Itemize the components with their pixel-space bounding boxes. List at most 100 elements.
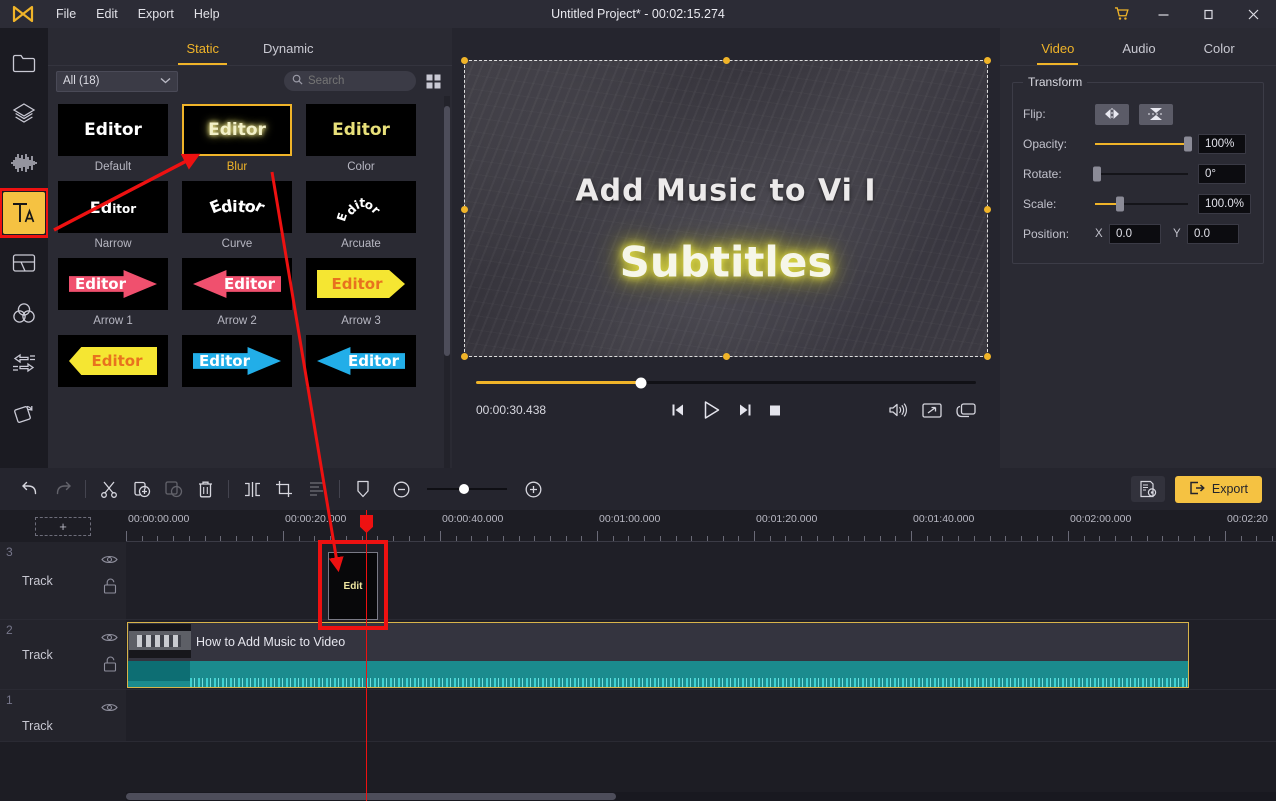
tab-color[interactable]: Color [1200, 41, 1239, 65]
snapshot-icon[interactable] [956, 402, 976, 418]
add-circle-icon[interactable] [125, 473, 157, 505]
timeline-scroll-track[interactable] [126, 792, 1276, 801]
preview-progress-knob[interactable] [635, 377, 647, 388]
marker-icon[interactable] [347, 473, 379, 505]
opacity-value[interactable]: 100% [1198, 134, 1246, 154]
stop-icon[interactable] [769, 404, 782, 417]
scissors-icon[interactable] [93, 473, 125, 505]
play-icon[interactable] [702, 400, 722, 420]
zoom-in-icon[interactable] [517, 473, 549, 505]
undo-icon[interactable] [14, 473, 46, 505]
handle-top-right[interactable] [984, 57, 991, 64]
zoom-slider[interactable] [427, 484, 507, 494]
render-settings-icon[interactable] [1130, 476, 1165, 502]
preset-color[interactable]: Editor Color [306, 104, 416, 173]
sidebar-item-element[interactable] [2, 388, 46, 438]
category-select[interactable]: All (18) [56, 70, 178, 92]
video-clip[interactable]: How to Add Music to Video [127, 622, 1189, 688]
opacity-slider[interactable] [1095, 136, 1192, 152]
timeline-scroll-thumb[interactable] [126, 793, 616, 800]
grid-view-icon[interactable] [422, 74, 444, 89]
track-label-3[interactable]: 3 Track [0, 542, 126, 620]
track-lane-3[interactable]: Edit [126, 540, 1276, 630]
minimize-icon[interactable] [1141, 0, 1186, 28]
add-track-button[interactable]: + [35, 516, 91, 536]
unlock-icon[interactable] [103, 656, 118, 675]
close-icon[interactable] [1231, 0, 1276, 28]
preview-progress-slider[interactable] [476, 377, 976, 388]
export-button[interactable]: Export [1174, 475, 1262, 503]
playhead[interactable] [360, 510, 373, 801]
shopping-cart-icon[interactable] [1101, 0, 1141, 28]
track-lane-2[interactable]: How to Add Music to Video [126, 620, 1276, 690]
preset-arrow-right-blue[interactable]: Editor [182, 335, 292, 392]
rotate-slider-knob[interactable] [1092, 166, 1101, 182]
copy-icon[interactable] [157, 473, 189, 505]
handle-bottom-right[interactable] [984, 353, 991, 360]
unlock-icon[interactable] [103, 578, 118, 597]
position-y-value[interactable]: 0.0 [1187, 224, 1239, 244]
handle-top-center[interactable] [723, 57, 730, 64]
menu-file[interactable]: File [46, 0, 86, 28]
sidebar-item-split-screen[interactable] [2, 238, 46, 288]
menu-edit[interactable]: Edit [86, 0, 128, 28]
tab-audio[interactable]: Audio [1118, 41, 1159, 65]
trash-icon[interactable] [189, 473, 221, 505]
fullscreen-icon[interactable] [922, 402, 942, 418]
preset-arcuate[interactable]: Editor Arcuate [306, 181, 416, 250]
preset-default[interactable]: Editor Default [58, 104, 168, 173]
sidebar-item-color[interactable] [2, 288, 46, 338]
sidebar-item-text[interactable] [0, 188, 49, 238]
eye-icon[interactable] [101, 632, 118, 646]
position-x-value[interactable]: 0.0 [1109, 224, 1161, 244]
split-icon[interactable] [236, 473, 268, 505]
handle-middle-right[interactable] [984, 205, 991, 213]
preset-arrow-left-blue[interactable]: Editor [306, 335, 416, 392]
eye-icon[interactable] [101, 554, 118, 568]
preset-blur[interactable]: Editor Blur [182, 104, 292, 173]
flip-horizontal-icon[interactable] [1095, 103, 1129, 125]
track-label-1[interactable]: 1 Track [0, 690, 126, 742]
handle-middle-left[interactable] [461, 205, 468, 213]
scale-slider[interactable] [1095, 196, 1188, 212]
timeline-ruler[interactable]: 00:00:00.000 00:00:20.000 00:00:40.000 0… [126, 510, 1276, 542]
opacity-slider-knob[interactable] [1184, 136, 1192, 152]
rotate-value[interactable]: 0° [1198, 164, 1246, 184]
text-clip[interactable]: Edit [328, 552, 378, 620]
scale-slider-knob[interactable] [1116, 196, 1125, 212]
scale-value[interactable]: 100.0% [1198, 194, 1252, 214]
mixer-icon[interactable] [300, 473, 332, 505]
tab-static[interactable]: Static [178, 41, 227, 65]
track-label-2[interactable]: 2 Track [0, 620, 126, 690]
flip-vertical-icon[interactable] [1139, 103, 1173, 125]
preset-arrow-3[interactable]: Editor Arrow 3 [306, 258, 416, 327]
preset-arrow-1[interactable]: Editor Arrow 1 [58, 258, 168, 327]
sidebar-item-media[interactable] [2, 38, 46, 88]
redo-icon[interactable] [46, 473, 78, 505]
search-input[interactable] [308, 75, 408, 87]
crop-icon[interactable] [268, 473, 300, 505]
preset-curve[interactable]: Editor Curve [182, 181, 292, 250]
eye-icon[interactable] [101, 702, 118, 716]
handle-bottom-left[interactable] [461, 353, 468, 360]
menu-export[interactable]: Export [128, 0, 184, 28]
volume-icon[interactable] [888, 402, 908, 418]
handle-top-left[interactable] [461, 57, 468, 64]
sidebar-item-effects[interactable] [2, 88, 46, 138]
zoom-out-icon[interactable] [385, 473, 417, 505]
tab-video[interactable]: Video [1037, 41, 1079, 65]
track-lane-1[interactable] [126, 690, 1276, 742]
rotate-slider[interactable] [1092, 166, 1188, 182]
handle-bottom-center[interactable] [723, 353, 730, 360]
search-box[interactable] [284, 71, 416, 91]
menu-help[interactable]: Help [184, 0, 230, 28]
preset-banner-left[interactable]: Editor [58, 335, 168, 392]
sidebar-item-audio[interactable] [2, 138, 46, 188]
maximize-icon[interactable] [1186, 0, 1231, 28]
sidebar-item-transition[interactable] [2, 338, 46, 388]
zoom-slider-knob[interactable] [458, 484, 469, 494]
previous-frame-icon[interactable] [671, 403, 686, 417]
preset-narrow[interactable]: Editor Narrow [58, 181, 168, 250]
tab-dynamic[interactable]: Dynamic [255, 41, 322, 65]
preview-canvas[interactable]: Add Music to Vi I Subtitles [461, 57, 991, 360]
